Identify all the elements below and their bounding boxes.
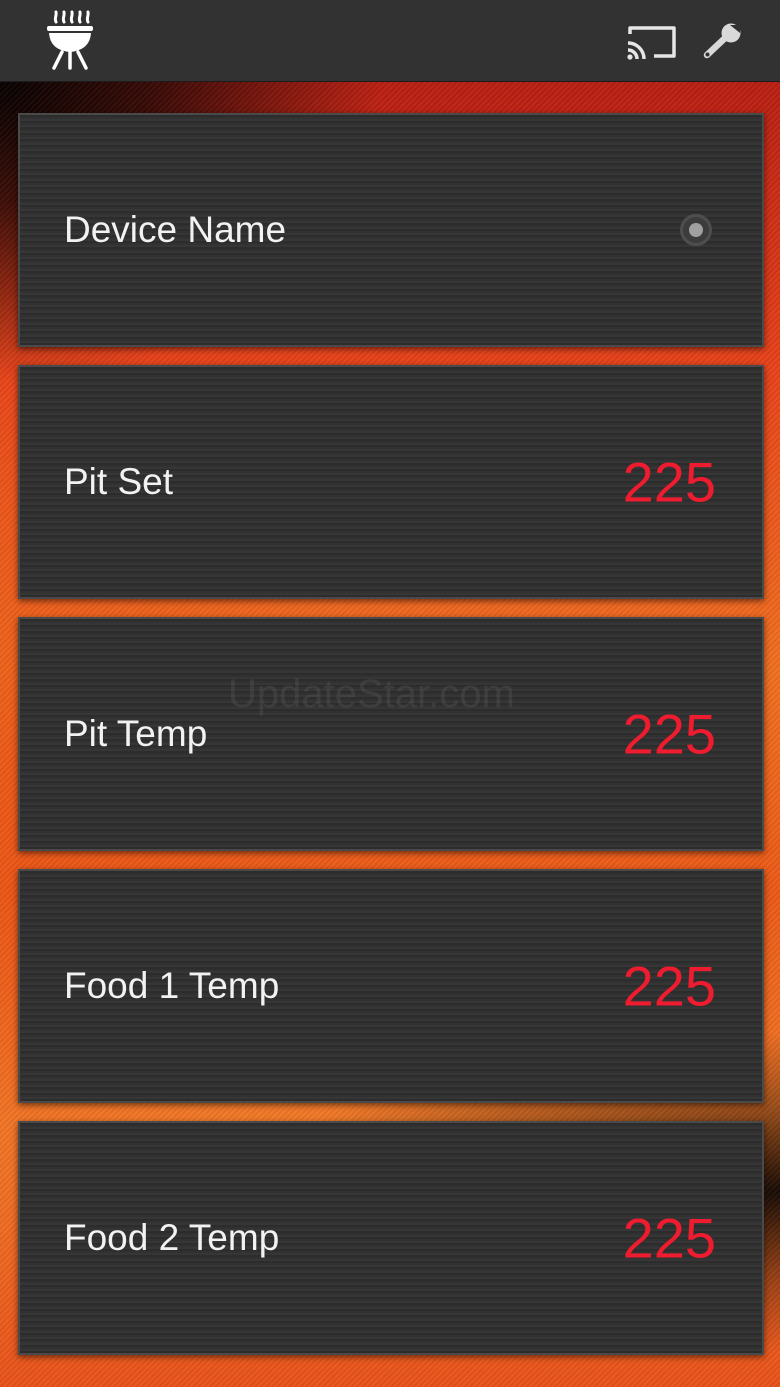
food-1-temp-value: 225 — [622, 954, 716, 1018]
food-2-temp-value: 225 — [622, 1206, 716, 1270]
pit-temp-card[interactable]: Pit Temp 225 — [18, 617, 764, 851]
device-name-card[interactable]: Device Name — [18, 113, 764, 347]
cast-icon[interactable] — [624, 22, 678, 62]
pit-set-card[interactable]: Pit Set 225 — [18, 365, 764, 599]
food-2-temp-card[interactable]: Food 2 Temp 225 — [18, 1121, 764, 1355]
connection-status-icon — [680, 214, 712, 246]
device-name-label: Device Name — [64, 209, 287, 250]
top-app-bar — [0, 0, 780, 82]
pit-temp-label: Pit Temp — [64, 713, 208, 754]
pit-temp-value: 225 — [622, 702, 716, 766]
pit-set-value: 225 — [622, 450, 716, 514]
wrench-icon[interactable] — [702, 22, 744, 62]
pit-set-label: Pit Set — [64, 461, 173, 502]
food-1-temp-card[interactable]: Food 1 Temp 225 — [18, 869, 764, 1103]
food-2-temp-label: Food 2 Temp — [64, 1217, 280, 1258]
food-1-temp-label: Food 1 Temp — [64, 965, 280, 1006]
grill-icon[interactable] — [44, 10, 96, 70]
